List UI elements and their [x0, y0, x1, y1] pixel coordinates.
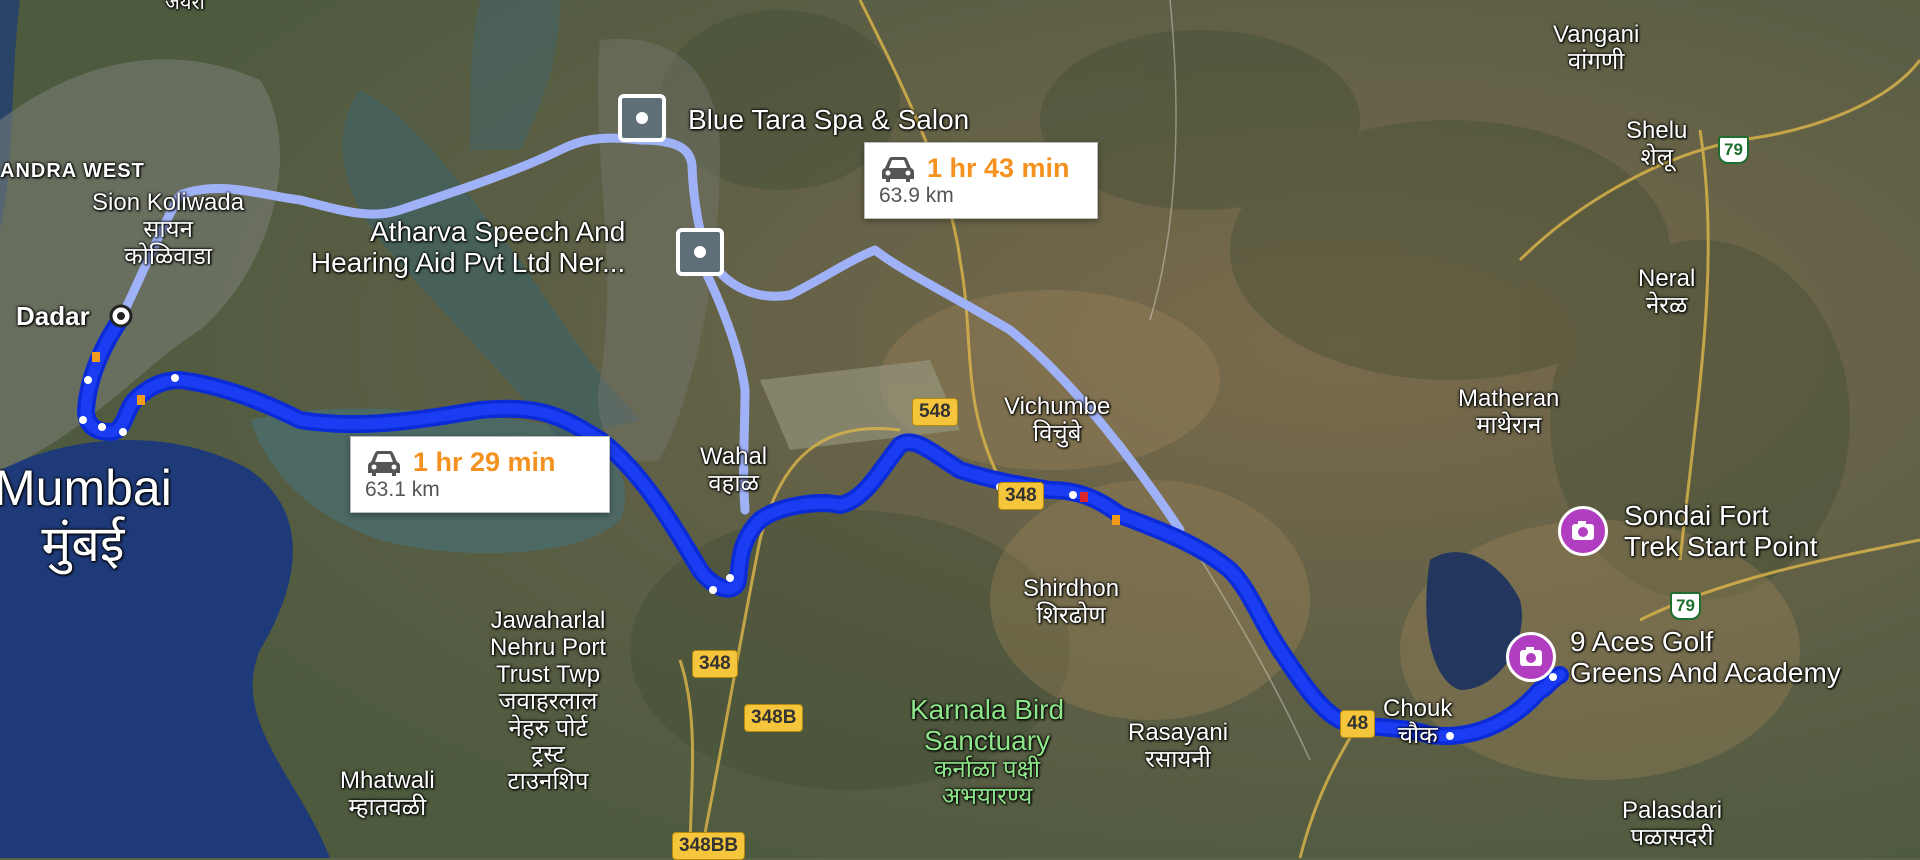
place-shelu: Shelu शेलू [1626, 117, 1688, 171]
poi-sondai-fort[interactable]: Sondai Fort Trek Start Point [1624, 500, 1817, 563]
poi-9-aces-golf[interactable]: 9 Aces Golf Greens And Academy [1570, 626, 1841, 689]
photo-pin-icon[interactable] [1506, 632, 1556, 682]
origin-label: Dadar [16, 301, 90, 331]
place-mumbai: Mumbai मुंबई [0, 460, 172, 572]
place-jnpt: Jawaharlal Nehru Port Trust Twp जवाहरलाल… [490, 607, 607, 796]
poi-atharva-speech[interactable]: Atharva Speech And Hearing Aid Pvt Ltd N… [306, 216, 625, 279]
place-rasayani: Rasayani रसायनी [1128, 719, 1229, 773]
place-shirdhon: Shirdhon शिरढोण [1023, 575, 1120, 629]
highway-shield-548: 548 [912, 398, 958, 426]
place-palasdari: Palasdari पळासदरी [1622, 797, 1723, 851]
place-vichumbe: Vichumbe विचुंबे [1004, 393, 1111, 447]
place-vangani: Vangani वांगणी [1553, 21, 1640, 75]
place-jayra: जयरा [165, 0, 205, 14]
highway-shield-348: 348 [692, 650, 738, 678]
highway-shield-348b: 348B [744, 704, 804, 732]
highway-shield-348: 348 [998, 482, 1044, 510]
car-icon [882, 156, 914, 182]
highway-shield-48: 48 [1340, 710, 1376, 738]
route-duration: 1 hr 29 min [413, 447, 556, 477]
place-square-icon[interactable] [618, 94, 666, 142]
route-duration: 1 hr 43 min [927, 153, 1070, 183]
poi-blue-tara-spa[interactable]: Blue Tara Spa & Salon [688, 104, 969, 135]
primary-route-callout[interactable]: 1 hr 29 min 63.1 km [350, 436, 610, 513]
highway-shield-348bb: 348BB [672, 832, 746, 860]
place-chouk: Chouk चौक [1383, 695, 1453, 749]
photo-pin-icon[interactable] [1558, 506, 1608, 556]
place-karnala-sanctuary: Karnala Bird Sanctuary कर्नाळा पक्षी अभय… [910, 694, 1065, 810]
alternate-route-callout[interactable]: 1 hr 43 min 63.9 km [864, 142, 1098, 219]
place-mhatwali: Mhatwali म्हातवळी [340, 767, 435, 821]
route-distance: 63.1 km [365, 478, 440, 501]
route-distance: 63.9 km [879, 184, 954, 207]
place-matheran: Matheran माथेरान [1458, 385, 1560, 439]
place-neral: Neral नेरळ [1638, 265, 1696, 319]
place-square-icon[interactable] [676, 228, 724, 276]
place-bandra-west: ANDRA WEST [0, 160, 145, 182]
place-wahal: Wahal वहाळ [700, 443, 768, 497]
highway-shield-79: 79 [1718, 136, 1749, 164]
car-icon [368, 450, 400, 476]
highway-shield-79: 79 [1670, 592, 1701, 620]
place-sion-koliwada: Sion Koliwada सायन कोळिवाडा [92, 189, 245, 270]
